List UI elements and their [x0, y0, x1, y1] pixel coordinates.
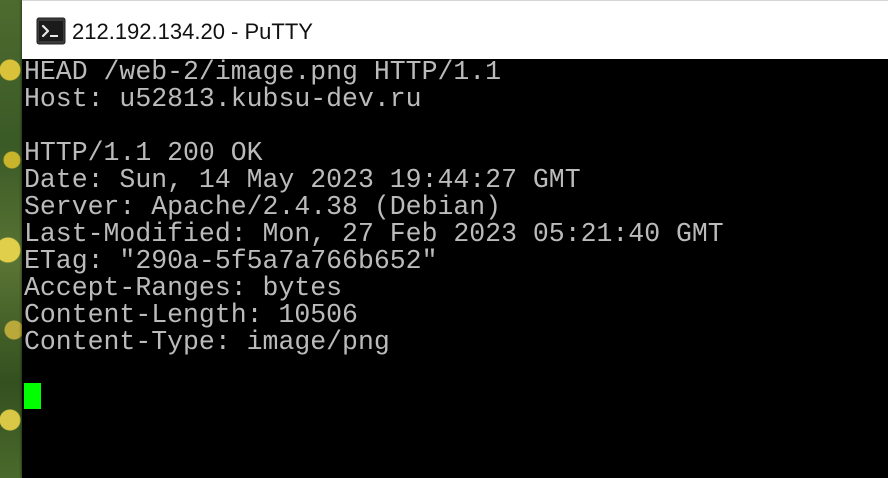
terminal-line: Last-Modified: Mon, 27 Feb 2023 05:21:40… [24, 219, 724, 249]
terminal-line: Content-Type: image/png [24, 327, 390, 357]
window-title: 212.192.134.20 - PuTTY [72, 19, 313, 44]
terminal-cursor [24, 383, 41, 409]
title-bar[interactable]: 212.192.134.20 - PuTTY [22, 0, 888, 59]
terminal-line: Content-Length: 10506 [24, 300, 358, 330]
terminal-screen[interactable]: HEAD /web-2/image.png HTTP/1.1 Host: u52… [22, 59, 888, 478]
putty-window[interactable]: 212.192.134.20 - PuTTY HEAD /web-2/image… [22, 0, 888, 478]
putty-terminal-icon[interactable] [36, 17, 66, 45]
terminal-line: HEAD /web-2/image.png HTTP/1.1 [24, 59, 502, 87]
terminal-line: Server: Apache/2.4.38 (Debian) [24, 192, 502, 222]
desktop-background [0, 0, 24, 478]
terminal-line: Host: u52813.kubsu-dev.ru [24, 84, 422, 114]
terminal-line: HTTP/1.1 200 OK [24, 138, 263, 168]
terminal-line: Date: Sun, 14 May 2023 19:44:27 GMT [24, 165, 581, 195]
terminal-line: ETag: "290a-5f5a7a766b652" [24, 246, 438, 276]
terminal-line: Accept-Ranges: bytes [24, 273, 343, 303]
terminal-output: HEAD /web-2/image.png HTTP/1.1 Host: u52… [22, 59, 888, 410]
terminal-prompt-line [24, 383, 888, 410]
